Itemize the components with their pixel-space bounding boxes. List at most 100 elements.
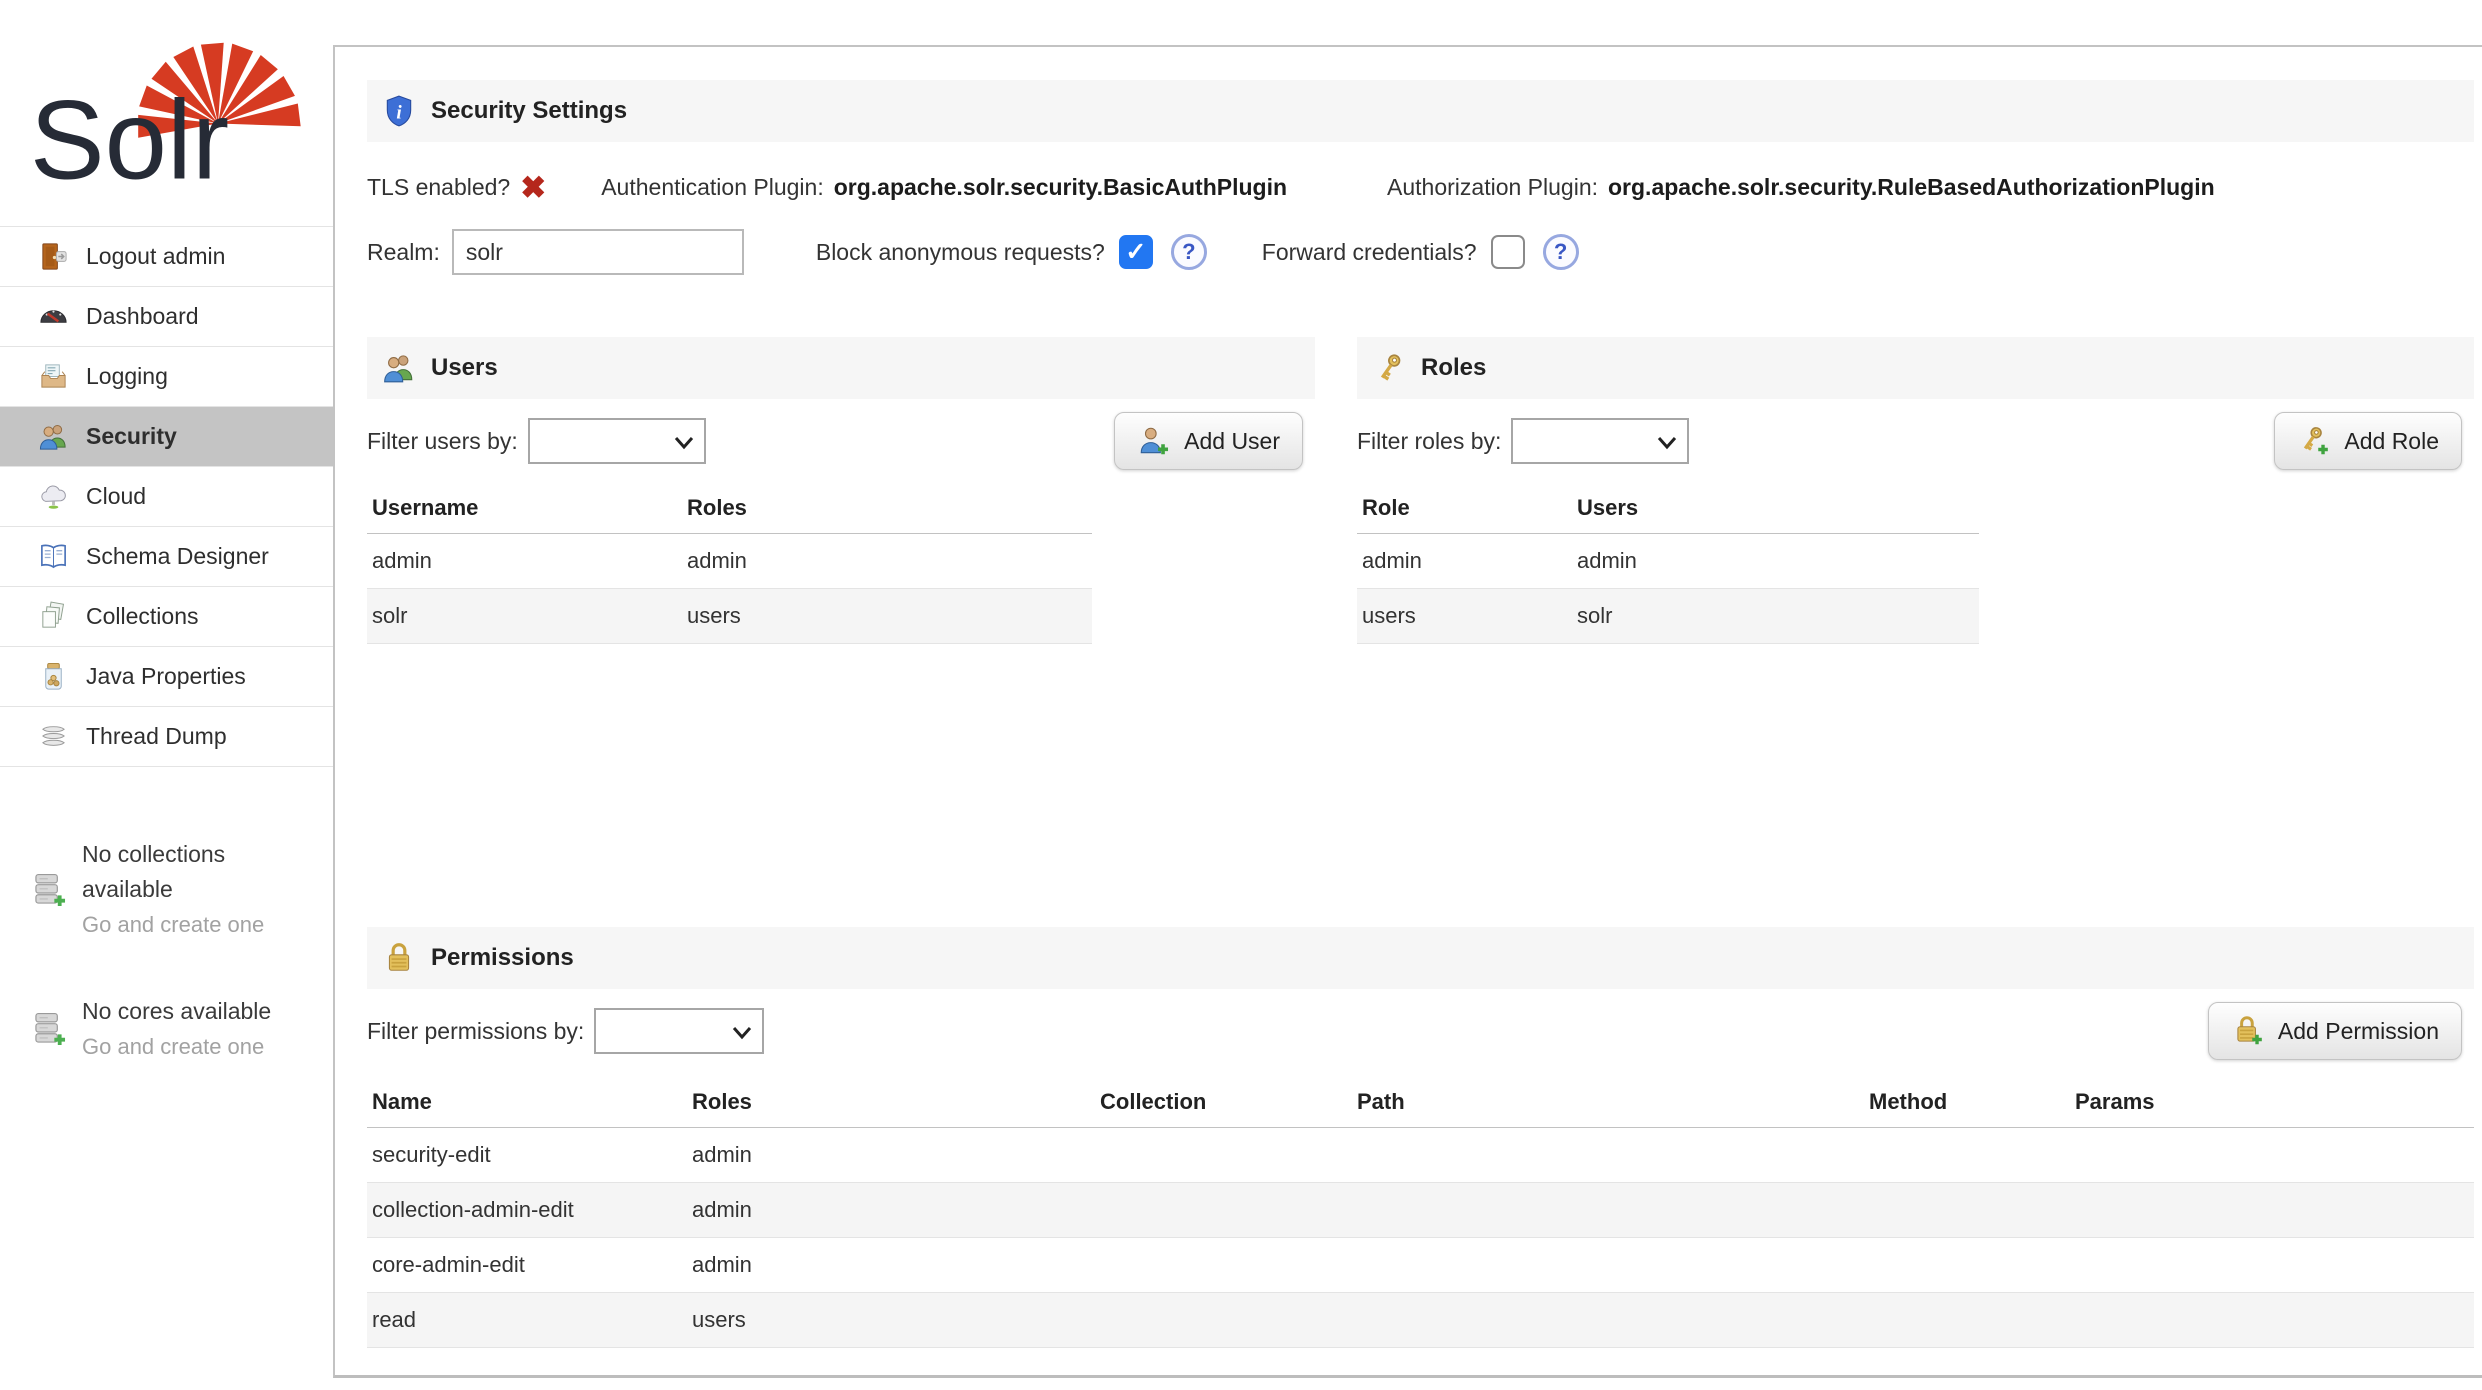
create-core-link[interactable]: Go and create one <box>82 1029 271 1064</box>
chevron-down-icon <box>674 435 694 450</box>
filter-permissions-label: Filter permissions by: <box>367 1018 584 1045</box>
sidebar-item-label: Thread Dump <box>86 723 227 750</box>
sidebar-item-label: Schema Designer <box>86 543 269 570</box>
tls-disabled-icon <box>520 172 546 203</box>
sidebar-item-label: Cloud <box>86 483 146 510</box>
sidebar-item-label: Collections <box>86 603 199 630</box>
sidebar-item-label: Java Properties <box>86 663 246 690</box>
table-row[interactable]: admin admin <box>367 534 1092 589</box>
table-row[interactable]: read users <box>367 1293 2474 1348</box>
permissions-panel: Permissions Filter permissions by: Add P… <box>367 927 2474 1348</box>
filter-users-select[interactable] <box>528 418 706 464</box>
page-title: Security Settings <box>431 97 627 125</box>
java-jar-icon <box>38 661 69 692</box>
roles-header: Roles <box>1357 337 2474 399</box>
realm-row: Realm: Block anonymous requests? Forward… <box>367 229 2474 275</box>
table-row[interactable]: solr users <box>367 589 1092 644</box>
no-cores-note: No cores available Go and create one <box>30 994 310 1064</box>
block-anonymous-checkbox[interactable] <box>1119 235 1153 269</box>
roles-panel: Roles Filter roles by: Add Role <box>1357 337 2474 927</box>
main-panel: i Security Settings TLS enabled? Authent… <box>333 45 2482 1378</box>
create-collection-link[interactable]: Go and create one <box>82 907 264 942</box>
table-row[interactable]: admin admin <box>1357 534 1979 589</box>
core-add-icon <box>30 1010 68 1048</box>
users-title: Users <box>431 354 498 382</box>
lock-add-icon <box>2231 1014 2265 1048</box>
filter-users-label: Filter users by: <box>367 428 518 455</box>
sidebar-item-dashboard[interactable]: Dashboard <box>0 287 333 347</box>
cloud-icon <box>38 481 69 512</box>
perm-col-name: Name <box>367 1079 687 1128</box>
add-role-button[interactable]: Add Role <box>2274 412 2462 470</box>
filter-roles-select[interactable] <box>1511 418 1689 464</box>
table-row[interactable]: core-admin-edit admin <box>367 1238 2474 1293</box>
schema-book-icon <box>38 541 69 572</box>
authz-plugin-label: Authorization Plugin: <box>1387 174 1598 201</box>
thread-layers-icon <box>38 721 69 752</box>
sidebar-item-logging[interactable]: Logging <box>0 347 333 407</box>
sidebar-item-label: Security <box>86 423 177 450</box>
lock-icon <box>382 941 416 975</box>
filter-permissions-select[interactable] <box>594 1008 764 1054</box>
security-settings-header: i Security Settings <box>367 80 2474 142</box>
logging-tray-icon <box>38 361 69 392</box>
chevron-down-icon <box>1657 435 1677 450</box>
sidebar-item-label: Logging <box>86 363 168 390</box>
no-collections-note: No collections available Go and create o… <box>30 837 310 942</box>
no-collections-line2: available <box>82 872 264 907</box>
table-row[interactable]: users solr <box>1357 589 1979 644</box>
add-permission-button[interactable]: Add Permission <box>2208 1002 2462 1060</box>
roles-title: Roles <box>1421 354 1486 382</box>
dashboard-gauge-icon <box>38 301 69 332</box>
sidebar-item-cloud[interactable]: Cloud <box>0 467 333 527</box>
table-row[interactable]: security-edit admin <box>367 1128 2474 1183</box>
sidebar-item-logout[interactable]: Logout admin <box>0 227 333 287</box>
sidebar-item-label: Logout admin <box>86 243 225 270</box>
collections-docs-icon <box>38 601 69 632</box>
users-col-roles: Roles <box>682 485 1092 534</box>
perm-col-roles: Roles <box>687 1079 1095 1128</box>
security-people-icon <box>38 421 69 452</box>
no-cores-line1: No cores available <box>82 994 271 1029</box>
block-anonymous-help-icon[interactable] <box>1171 234 1207 270</box>
shield-info-icon: i <box>382 94 416 128</box>
perm-col-path: Path <box>1352 1079 1864 1128</box>
collection-add-icon <box>30 871 68 909</box>
svg-text:Solr: Solr <box>30 78 229 198</box>
roles-col-users: Users <box>1572 485 1979 534</box>
table-row[interactable]: collection-admin-edit admin <box>367 1183 2474 1238</box>
svg-text:i: i <box>396 102 402 123</box>
forward-credentials-help-icon[interactable] <box>1543 234 1579 270</box>
realm-input[interactable] <box>452 229 744 275</box>
perm-col-params: Params <box>2070 1079 2474 1128</box>
sidebar-item-label: Dashboard <box>86 303 199 330</box>
users-people-icon <box>382 351 416 385</box>
plugin-info-row: TLS enabled? Authentication Plugin: org.… <box>367 172 2474 203</box>
sidebar-item-collections[interactable]: Collections <box>0 587 333 647</box>
roles-table: Role Users admin admin users solr <box>1357 485 1979 644</box>
user-add-icon <box>1137 424 1171 458</box>
users-panel: Users Filter users by: Add User <box>367 337 1315 927</box>
key-icon <box>1372 351 1406 385</box>
add-user-button[interactable]: Add User <box>1114 412 1303 470</box>
forward-credentials-label: Forward credentials? <box>1262 239 1477 266</box>
sidebar: Solr Logout admin Dashboard Logging Secu… <box>0 0 333 1390</box>
permissions-table: Name Roles Collection Path Method Params… <box>367 1079 2474 1348</box>
users-col-username: Username <box>367 485 682 534</box>
authz-plugin-value: org.apache.solr.security.RuleBasedAuthor… <box>1608 174 2215 201</box>
sidebar-nav: Logout admin Dashboard Logging Security … <box>0 226 333 767</box>
perm-col-method: Method <box>1864 1079 2070 1128</box>
sidebar-item-schema-designer[interactable]: Schema Designer <box>0 527 333 587</box>
sidebar-item-security[interactable]: Security <box>0 407 333 467</box>
block-anonymous-label: Block anonymous requests? <box>816 239 1105 266</box>
solr-logo[interactable]: Solr <box>28 28 313 198</box>
tls-label: TLS enabled? <box>367 174 510 201</box>
permissions-header: Permissions <box>367 927 2474 989</box>
roles-col-role: Role <box>1357 485 1572 534</box>
auth-plugin-value: org.apache.solr.security.BasicAuthPlugin <box>834 174 1287 201</box>
forward-credentials-checkbox[interactable] <box>1491 235 1525 269</box>
sidebar-item-thread-dump[interactable]: Thread Dump <box>0 707 333 767</box>
perm-col-collection: Collection <box>1095 1079 1352 1128</box>
users-roles-section: Users Filter users by: Add User <box>367 337 2474 927</box>
sidebar-item-java-properties[interactable]: Java Properties <box>0 647 333 707</box>
